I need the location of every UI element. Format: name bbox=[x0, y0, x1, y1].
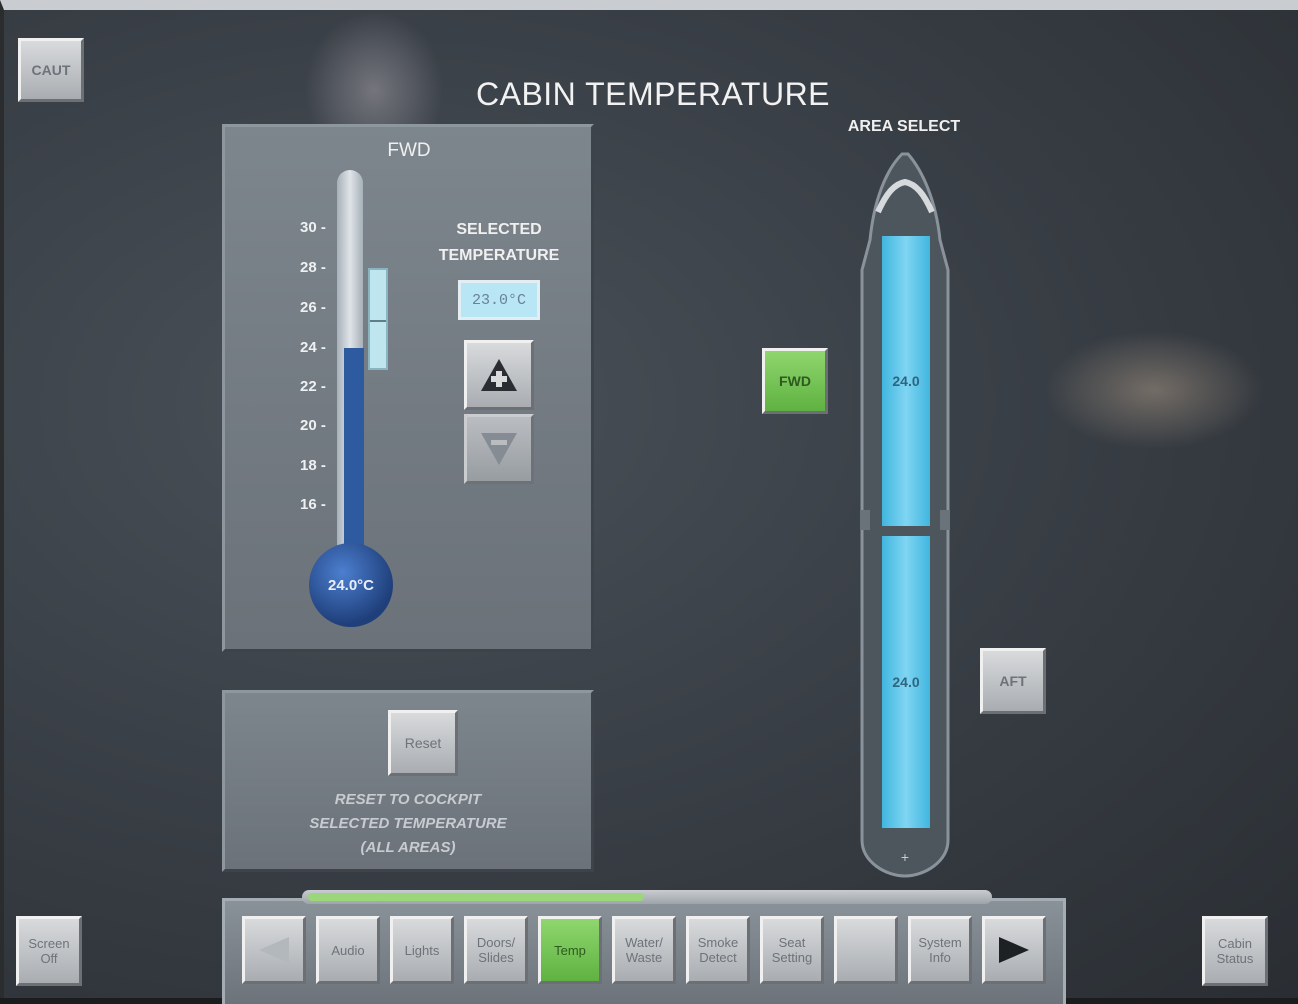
area-aft-button[interactable]: AFT bbox=[980, 648, 1046, 714]
page-progress-fill bbox=[308, 893, 644, 901]
reset-description: RESET TO COCKPIT SELECTED TEMPERATURE (A… bbox=[309, 791, 507, 856]
scale-tick: 16 - bbox=[300, 496, 326, 513]
svg-text:+: + bbox=[901, 849, 909, 865]
area-select-label: AREA SELECT bbox=[847, 118, 961, 135]
nav-lights[interactable]: Lights bbox=[390, 916, 454, 984]
thermometer-level bbox=[344, 348, 364, 568]
nav-system-info[interactable]: System Info bbox=[908, 916, 972, 984]
scale-tick: 28 - bbox=[300, 259, 326, 276]
zone-temperature-panel bbox=[222, 124, 594, 652]
aft-cabin-zone[interactable]: 24.0 bbox=[882, 536, 930, 828]
nav-temp[interactable]: Temp bbox=[538, 916, 602, 984]
nav-water-waste[interactable]: Water/ Waste bbox=[612, 916, 676, 984]
selected-temperature-label: SELECTED TEMPERATURE bbox=[438, 221, 560, 264]
scale-tick: 18 - bbox=[300, 457, 326, 474]
nav-seat-setting[interactable]: Seat Setting bbox=[760, 916, 824, 984]
cabin-screen: CAUT CABIN TEMPERATURE FWD 30 - 28 - 26 … bbox=[0, 0, 1298, 1004]
zone-name: FWD bbox=[387, 140, 431, 161]
thermometer-bulb: 24.0°C bbox=[309, 543, 393, 627]
triangle-up-plus-icon bbox=[481, 359, 517, 391]
decrease-temperature-button[interactable] bbox=[464, 414, 534, 484]
scale-tick: 22 - bbox=[300, 378, 326, 395]
reset-button[interactable]: Reset bbox=[388, 710, 458, 776]
screen-glare bbox=[1044, 330, 1264, 450]
current-temperature: 24.0°C bbox=[327, 576, 375, 594]
increase-temperature-button[interactable] bbox=[464, 340, 534, 410]
nav-audio[interactable]: Audio bbox=[316, 916, 380, 984]
scale-tick: 20 - bbox=[300, 417, 326, 434]
page-title: CABIN TEMPERATURE bbox=[475, 76, 831, 112]
scale-tick: 30 - bbox=[300, 219, 326, 236]
nav-prev-button[interactable] bbox=[242, 916, 306, 984]
nav-smoke-detect[interactable]: Smoke Detect bbox=[686, 916, 750, 984]
selected-temperature-readout: 23.0°C bbox=[458, 280, 540, 320]
triangle-down-minus-icon bbox=[481, 433, 517, 465]
scale-tick: 24 - bbox=[300, 339, 326, 356]
arrow-right-icon bbox=[999, 937, 1029, 963]
nav-doors-slides[interactable]: Doors/ Slides bbox=[464, 916, 528, 984]
area-fwd-button[interactable]: FWD bbox=[762, 348, 828, 414]
nav-empty-slot bbox=[834, 916, 898, 984]
fwd-cabin-zone[interactable]: 24.0 bbox=[882, 236, 930, 526]
nav-next-button[interactable] bbox=[982, 916, 1046, 984]
cabin-status-button[interactable]: Cabin Status bbox=[1202, 916, 1268, 986]
screen-off-button[interactable]: Screen Off bbox=[16, 916, 82, 986]
scale-tick: 26 - bbox=[300, 299, 326, 316]
selected-temperature-band bbox=[368, 268, 388, 370]
arrow-left-icon bbox=[259, 937, 289, 963]
